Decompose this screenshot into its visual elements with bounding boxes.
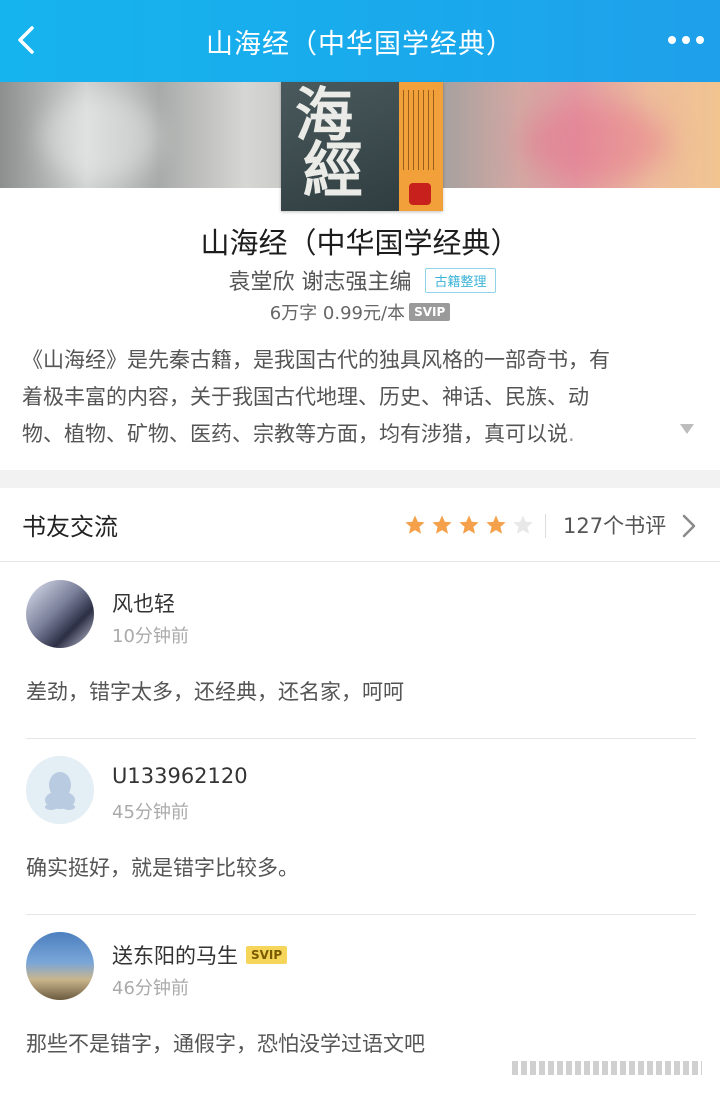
chevron-right-icon[interactable] <box>680 513 698 539</box>
more-dots-icon[interactable] <box>666 28 706 52</box>
top-bar: 山海经（中华国学经典） <box>0 0 720 82</box>
book-description[interactable]: 《山海经》是先秦古籍，是我国古代的独具风格的一部奇书，有 着极丰富的内容，关于我… <box>22 342 704 453</box>
avatar[interactable] <box>26 932 94 1000</box>
svip-badge: SVIP <box>246 946 288 964</box>
expand-triangle-icon[interactable] <box>680 424 694 434</box>
review-time: 45分钟前 <box>112 802 189 823</box>
book-meta: 6万字 0.99元/本 SVIP <box>0 299 720 325</box>
cover-spine <box>399 82 443 211</box>
avatar[interactable] <box>26 756 94 824</box>
description-ellipsis: . <box>568 422 575 446</box>
avatar[interactable] <box>26 580 94 648</box>
review-text[interactable]: 那些不是错字，通假字，恐怕没学过语文吧 <box>26 1028 425 1058</box>
description-line: 《山海经》是先秦古籍，是我国古代的独具风格的一部奇书，有 <box>22 348 610 372</box>
comments-header: 书友交流 127个书评 <box>0 488 720 562</box>
review-text[interactable]: 确实挺好，就是错字比较多。 <box>26 852 299 882</box>
review-text[interactable]: 差劲，错字太多，还经典，还名家，呵呵 <box>26 676 404 706</box>
star-filled-icon <box>405 514 425 534</box>
review-count-link[interactable]: 127个书评 <box>563 510 666 540</box>
star-filled-icon <box>432 514 452 534</box>
section-gap <box>0 470 720 488</box>
review-item: U133962120 45分钟前 确实挺好，就是错字比较多。 <box>26 756 696 916</box>
rating-stars <box>404 514 534 536</box>
word-count-price: 6万字 0.99元/本 <box>269 303 406 324</box>
book-title: 山海经（中华国学经典） <box>200 226 520 260</box>
chevron-left-icon[interactable] <box>10 22 46 58</box>
review-username[interactable]: 送东阳的马生 SVIP <box>112 940 288 970</box>
seal-icon <box>409 183 431 205</box>
default-avatar-icon <box>45 772 75 810</box>
svip-badge: SVIP <box>409 303 451 321</box>
review-username[interactable]: 风也轻 <box>112 588 175 618</box>
divider <box>545 514 546 538</box>
review-username[interactable]: U133962120 <box>112 764 248 788</box>
cover-art: 海 經 <box>281 82 399 211</box>
review-item: 送东阳的马生 SVIP 46分钟前 那些不是错字，通假字，恐怕没学过语文吧 <box>26 932 696 1072</box>
star-empty-icon <box>513 514 533 534</box>
book-author[interactable]: 袁堂欣 谢志强主编 <box>224 264 411 296</box>
watermark <box>512 1061 702 1075</box>
category-tag[interactable]: 古籍整理 <box>425 267 496 293</box>
divider <box>26 738 696 739</box>
page-title: 山海经（中华国学经典） <box>206 28 514 60</box>
review-time: 46分钟前 <box>112 978 189 999</box>
description-line: 着极丰富的内容，关于我国古代地理、历史、神话、民族、动 <box>22 385 589 409</box>
author-row: 袁堂欣 谢志强主编 古籍整理 <box>0 264 720 296</box>
divider <box>26 914 696 915</box>
star-filled-icon <box>486 514 506 534</box>
star-filled-icon <box>459 514 479 534</box>
description-line: 物、植物、矿物、医药、宗教等方面，均有涉猎，真可以说 <box>22 422 568 446</box>
section-title: 书友交流 <box>22 513 118 541</box>
review-item: 风也轻 10分钟前 差劲，错字太多，还经典，还名家，呵呵 <box>26 580 696 740</box>
review-time: 10分钟前 <box>112 626 189 647</box>
book-cover[interactable]: 海 經 <box>281 82 443 211</box>
